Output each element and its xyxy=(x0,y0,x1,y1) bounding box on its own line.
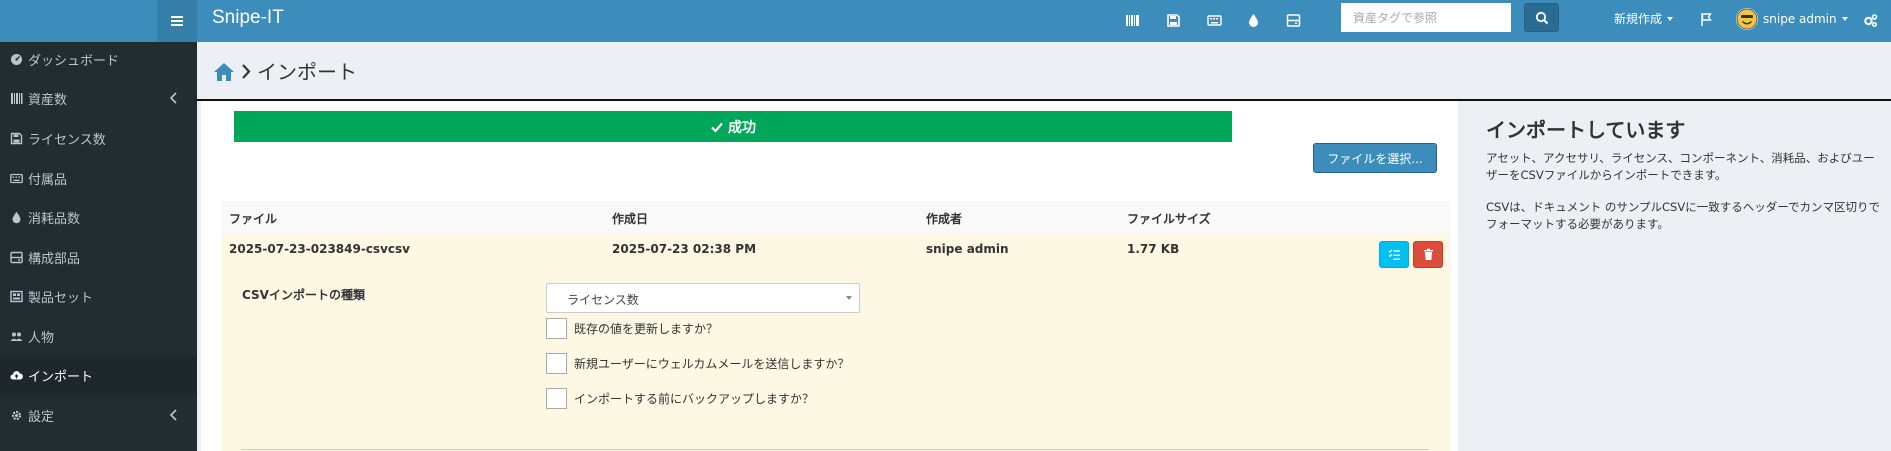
sidebar-item-assets[interactable]: 資産数 xyxy=(0,79,197,118)
kit-icon xyxy=(8,289,24,305)
select-arrow-icon xyxy=(846,296,852,300)
list-check-icon xyxy=(1388,249,1400,260)
column-header-author[interactable]: 作成者 xyxy=(926,210,962,227)
trash-icon xyxy=(1423,248,1433,260)
app-brand[interactable]: Snipe-IT xyxy=(212,0,284,36)
sidebar-toggle-button[interactable] xyxy=(157,0,197,42)
sidebar-item-label: 人物 xyxy=(28,331,55,346)
checkbox-label: インポートする前にバックアップしますか？ xyxy=(574,391,815,406)
sidebar-item-people[interactable]: 人物 xyxy=(0,317,197,356)
cell-file: 2025-07-23-023849-csvcsv xyxy=(229,242,410,256)
sidebar-item-label: ダッシュボード xyxy=(28,54,120,69)
keyboard-icon xyxy=(8,171,24,187)
table-header xyxy=(221,201,1450,233)
consumables-icon[interactable] xyxy=(1244,11,1262,29)
table-row xyxy=(221,233,1450,451)
success-label: 成功 xyxy=(728,119,756,136)
sidebar-item-consumables[interactable]: 消耗品数 xyxy=(0,198,197,237)
sidebar-item-settings[interactable]: 設定 xyxy=(0,396,197,435)
sidebar-item-label: インポート xyxy=(28,370,94,385)
content-header xyxy=(197,42,1891,99)
create-new-label: 新規作成 xyxy=(1614,12,1663,26)
import-type-selected: ライセンス数 xyxy=(567,293,639,307)
user-menu[interactable]: snipe admin xyxy=(1736,0,1848,38)
sidebar-item-dashboard[interactable]: ダッシュボード xyxy=(0,40,197,79)
users-icon xyxy=(8,329,24,345)
sidebar-item-label: 付属品 xyxy=(28,173,68,188)
assets-icon[interactable] xyxy=(1123,11,1141,29)
sidebar-item-accessories[interactable]: 付属品 xyxy=(0,159,197,198)
sidebar-item-label: 構成部品 xyxy=(28,252,81,267)
import-type-label: CSVインポートの種類 xyxy=(242,288,365,302)
breadcrumb-chevron-icon xyxy=(242,64,251,79)
sidebar-item-kits[interactable]: 製品セット xyxy=(0,277,197,316)
brand-area xyxy=(0,0,157,42)
process-import-button[interactable] xyxy=(1379,241,1409,268)
sidebar-item-import[interactable]: インポート xyxy=(0,356,197,395)
select-file-button[interactable]: ファイルを選択... xyxy=(1313,143,1437,173)
create-new-dropdown[interactable]: 新規作成 xyxy=(1614,0,1674,38)
accessories-icon[interactable] xyxy=(1205,11,1223,29)
chevron-left-icon xyxy=(169,409,177,421)
tint-icon xyxy=(8,210,24,226)
sidebar-item-components[interactable]: 構成部品 xyxy=(0,238,197,277)
search-icon xyxy=(1535,11,1548,24)
sidebar-item-label: ライセンス数 xyxy=(28,133,106,148)
home-icon[interactable] xyxy=(213,61,235,83)
caret-down-icon xyxy=(1667,17,1674,21)
cell-filesize: 1.77 KB xyxy=(1127,242,1180,256)
page-title: インポート xyxy=(257,60,357,84)
checkbox-box[interactable] xyxy=(546,317,567,339)
dashboard-icon xyxy=(8,52,24,68)
cloud-upload-icon xyxy=(8,368,24,384)
column-header-filesize[interactable]: ファイルサイズ xyxy=(1127,210,1211,227)
caret-down-icon xyxy=(1841,17,1848,21)
checkbox-box[interactable] xyxy=(546,352,567,374)
licenses-icon[interactable] xyxy=(1164,11,1182,29)
sidebar-item-label: 設定 xyxy=(28,410,55,425)
save-icon xyxy=(8,131,24,147)
sidebar-item-label: 消耗品数 xyxy=(28,212,81,227)
send-welcome-checkbox[interactable]: 新規ユーザーにウェルカムメールを送信しますか？ xyxy=(546,352,849,374)
checkbox-label: 新規ユーザーにウェルカムメールを送信しますか？ xyxy=(574,356,850,371)
update-existing-checkbox[interactable]: 既存の値を更新しますか？ xyxy=(546,317,718,339)
sidebar-item-licenses[interactable]: ライセンス数 xyxy=(0,119,197,158)
hdd-icon xyxy=(8,250,24,266)
checkbox-box[interactable] xyxy=(546,387,567,409)
sidebar-item-label: 資産数 xyxy=(28,93,68,108)
chevron-left-icon xyxy=(169,92,177,104)
barcode-icon xyxy=(8,91,24,107)
column-header-created[interactable]: 作成日 xyxy=(612,210,648,227)
help-title: インポートしています xyxy=(1486,118,1686,142)
search-input[interactable] xyxy=(1341,3,1511,32)
components-icon[interactable] xyxy=(1284,11,1302,29)
column-header-file[interactable]: ファイル xyxy=(229,210,277,227)
avatar xyxy=(1736,8,1758,30)
checkbox-label: 既存の値を更新しますか？ xyxy=(574,321,719,336)
help-paragraph-1: アセット、アクセサリ、ライセンス、コンポーネント、消耗品、およびユーザーをCSV… xyxy=(1486,151,1875,182)
backup-before-import-checkbox[interactable]: インポートする前にバックアップしますか？ xyxy=(546,387,814,409)
cog-icon xyxy=(8,408,24,424)
sidebar-item-label: 製品セット xyxy=(28,291,94,306)
flag-icon[interactable] xyxy=(1697,10,1715,28)
search-button[interactable] xyxy=(1524,3,1559,32)
help-paragraph-2: CSVは、ドキュメント のサンプルCSVに一致するヘッダーでカンマ区切りでフォー… xyxy=(1486,200,1881,231)
success-alert: 成功 xyxy=(234,111,1232,142)
user-name: snipe admin xyxy=(1763,12,1837,26)
settings-cogs-icon[interactable] xyxy=(1861,11,1879,29)
cell-created: 2025-07-23 02:38 PM xyxy=(612,242,757,256)
delete-import-button[interactable] xyxy=(1413,241,1443,268)
cell-author: snipe admin xyxy=(926,242,1009,256)
row-divider xyxy=(241,449,1429,450)
check-icon xyxy=(711,122,723,133)
menu-icon xyxy=(171,16,183,26)
import-type-select[interactable]: ライセンス数 xyxy=(546,283,860,313)
